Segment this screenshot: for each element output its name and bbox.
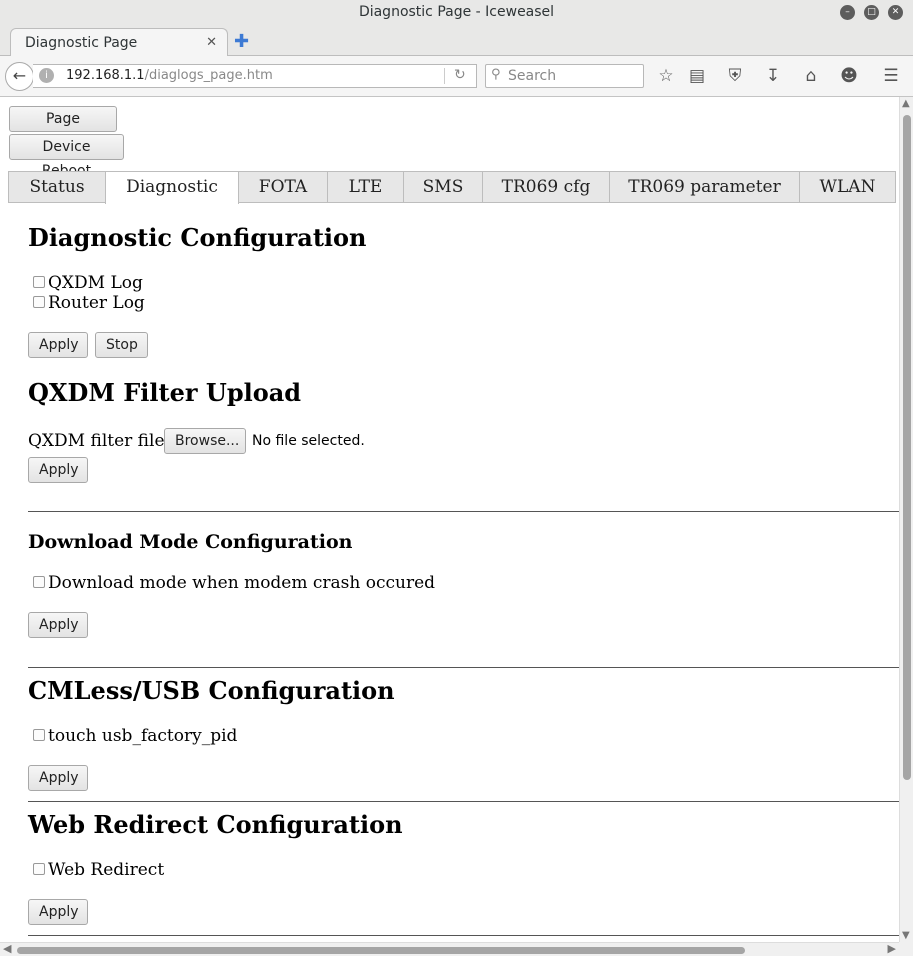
window-titlebar: Diagnostic Page - Iceweasel – □ ✕ xyxy=(0,0,913,26)
tab-diagnostic[interactable]: Diagnostic xyxy=(105,171,239,204)
scroll-up-arrow-icon[interactable]: ▲ xyxy=(902,98,910,109)
bookmark-star-icon[interactable]: ☆ xyxy=(655,66,677,86)
pocket-icon[interactable]: ⛨ xyxy=(724,66,746,86)
tab-lte[interactable]: LTE xyxy=(327,171,404,203)
device-reboot-button[interactable]: Device Reboot xyxy=(9,134,124,179)
section-divider xyxy=(28,511,899,512)
web-redirect-label: Web Redirect xyxy=(48,860,165,880)
vertical-scroll-thumb[interactable] xyxy=(903,115,911,780)
hello-chat-icon[interactable]: ☻ xyxy=(838,66,860,86)
window-title: Diagnostic Page - Iceweasel xyxy=(358,4,555,20)
router-log-label: Router Log xyxy=(48,293,145,313)
scroll-left-arrow-icon[interactable]: ◀ xyxy=(3,942,11,955)
search-icon: ⚲ xyxy=(491,67,501,82)
browse-file-button[interactable]: Browse... xyxy=(164,428,246,454)
web-redirect-checkbox[interactable] xyxy=(33,863,45,875)
scrollbar-corner xyxy=(899,942,913,956)
tab-sms[interactable]: SMS xyxy=(403,171,483,203)
qxdm-filter-apply-button[interactable]: Apply xyxy=(28,457,88,483)
navigation-toolbar: ← i 192.168.1.1/diaglogs_page.htm ↻ ⚲ ☆ … xyxy=(0,56,913,97)
tab-close-icon[interactable]: ✕ xyxy=(206,35,217,50)
reload-icon[interactable]: ↻ xyxy=(454,67,466,83)
page-viewport: Page Refresh Device Reboot Status Diagno… xyxy=(0,97,899,942)
tab-tr069-cfg[interactable]: TR069 cfg xyxy=(482,171,610,203)
site-info-icon[interactable]: i xyxy=(39,68,54,83)
web-redirect-apply-button[interactable]: Apply xyxy=(28,899,88,925)
page-tab-bar: Status Diagnostic FOTA LTE SMS TR069 cfg… xyxy=(8,171,899,204)
usb-factory-pid-checkbox[interactable] xyxy=(33,729,45,741)
scroll-down-arrow-icon[interactable]: ▼ xyxy=(902,930,910,941)
minimize-icon[interactable]: – xyxy=(840,5,855,20)
diagnostic-stop-button[interactable]: Stop xyxy=(95,332,148,358)
tab-status[interactable]: Status xyxy=(8,171,106,203)
bookmarks-list-icon[interactable]: ▤ xyxy=(686,66,708,86)
downloads-icon[interactable]: ↧ xyxy=(762,66,784,86)
download-mode-heading: Download Mode Configuration xyxy=(28,531,353,553)
tab-fota[interactable]: FOTA xyxy=(238,171,328,203)
url-separator xyxy=(444,68,445,84)
url-text[interactable]: 192.168.1.1/diaglogs_page.htm xyxy=(66,68,273,83)
url-bar[interactable]: i 192.168.1.1/diaglogs_page.htm ↻ xyxy=(33,64,477,88)
tab-wlan[interactable]: WLAN xyxy=(799,171,896,203)
search-box[interactable]: ⚲ xyxy=(485,64,644,88)
vertical-scrollbar[interactable]: ▲ ▼ xyxy=(899,97,913,942)
section-divider xyxy=(28,935,899,936)
scroll-right-arrow-icon[interactable]: ▶ xyxy=(888,942,896,955)
section-divider xyxy=(28,667,899,668)
section-divider xyxy=(28,801,899,802)
cmless-usb-apply-button[interactable]: Apply xyxy=(28,765,88,791)
diagnostic-apply-button[interactable]: Apply xyxy=(28,332,88,358)
browser-tab-strip: Diagnostic Page ✕ ✚ xyxy=(0,26,913,57)
web-redirect-heading: Web Redirect Configuration xyxy=(28,810,403,839)
maximize-icon[interactable]: □ xyxy=(864,5,879,20)
search-input[interactable] xyxy=(508,67,638,85)
menu-hamburger-icon[interactable]: ☰ xyxy=(880,66,902,86)
usb-factory-pid-label: touch usb_factory_pid xyxy=(48,726,238,746)
router-log-checkbox[interactable] xyxy=(33,296,45,308)
qxdm-filter-file-label: QXDM filter file: xyxy=(28,431,171,451)
qxdm-log-checkbox[interactable] xyxy=(33,276,45,288)
no-file-selected-text: No file selected. xyxy=(252,433,365,449)
qxdm-filter-heading: QXDM Filter Upload xyxy=(28,378,302,407)
home-icon[interactable]: ⌂ xyxy=(800,66,822,86)
new-tab-icon[interactable]: ✚ xyxy=(234,31,249,52)
page-refresh-button[interactable]: Page Refresh xyxy=(9,106,117,151)
download-mode-label: Download mode when modem crash occured xyxy=(48,573,436,593)
cmless-usb-heading: CMLess/USB Configuration xyxy=(28,676,395,705)
horizontal-scroll-thumb[interactable] xyxy=(17,947,745,954)
download-mode-apply-button[interactable]: Apply xyxy=(28,612,88,638)
browser-tab-title: Diagnostic Page xyxy=(25,35,138,51)
tab-tr069-parameter[interactable]: TR069 parameter xyxy=(609,171,800,203)
back-arrow-icon[interactable]: ← xyxy=(5,62,34,91)
download-mode-checkbox[interactable] xyxy=(33,576,45,588)
diagnostic-config-heading: Diagnostic Configuration xyxy=(28,223,367,252)
horizontal-scrollbar[interactable]: ◀ ▶ xyxy=(0,942,899,956)
qxdm-log-label: QXDM Log xyxy=(48,273,143,293)
browser-tab[interactable]: Diagnostic Page ✕ xyxy=(10,28,228,57)
close-icon[interactable]: ✕ xyxy=(888,5,903,20)
